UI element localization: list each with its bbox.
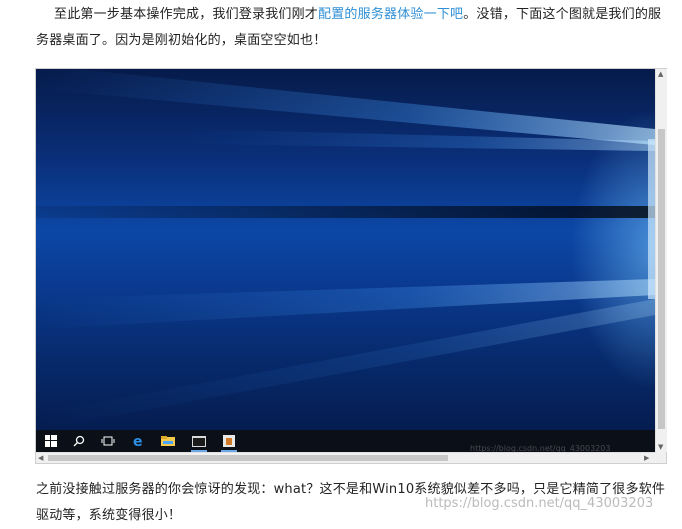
csdn-watermark: https://blog.csdn.net/qq_43003203 xyxy=(425,496,654,511)
scroll-down-arrow-icon[interactable]: ▼ xyxy=(658,442,663,452)
svg-text:e: e xyxy=(133,434,143,448)
task-view-icon[interactable] xyxy=(98,432,118,450)
scroll-right-arrow-icon[interactable]: ▶ xyxy=(644,453,649,463)
vertical-scroll-thumb[interactable] xyxy=(658,129,665,429)
server-experience-link[interactable]: 配置的服务器体验一下吧 xyxy=(318,7,463,22)
file-explorer-icon[interactable] xyxy=(158,432,178,450)
desktop-wallpaper xyxy=(36,69,655,430)
vertical-scrollbar[interactable]: ▲ ▼ xyxy=(655,69,667,452)
intro-text: 至此第一步基本操作完成，我们登录我们刚才 xyxy=(54,7,319,22)
windows-light-rays xyxy=(36,69,655,430)
terminal-icon[interactable] xyxy=(189,432,209,452)
scroll-up-arrow-icon[interactable]: ▲ xyxy=(658,69,663,79)
installer-icon[interactable] xyxy=(219,432,239,452)
windows-start-icon[interactable] xyxy=(41,432,61,450)
paragraph-intro: 至此第一步基本操作完成，我们登录我们刚才配置的服务器体验一下吧。没错，下面这个图… xyxy=(36,2,666,54)
edge-icon[interactable]: e xyxy=(129,432,149,450)
scroll-left-arrow-icon[interactable]: ◀ xyxy=(38,453,43,463)
horizontal-scroll-thumb[interactable] xyxy=(48,455,448,461)
search-icon[interactable] xyxy=(69,432,89,450)
server-desktop-screenshot: e ▲ ▼ ◀ ▶ xyxy=(35,68,667,464)
image-watermark-faint: https://blog.csdn.net/qq_43003203 xyxy=(470,444,611,453)
horizontal-scrollbar[interactable]: ◀ ▶ xyxy=(36,452,655,463)
